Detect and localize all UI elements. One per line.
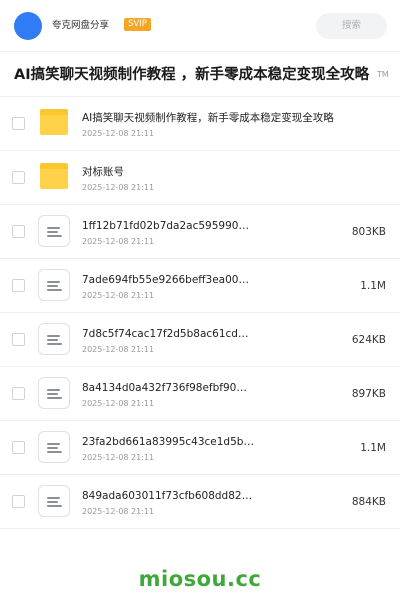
item-name: 对标账号: [82, 166, 124, 178]
item-date: 2025-12-08 21:11: [82, 453, 155, 462]
site-watermark: miosou.cc: [138, 567, 262, 591]
item-date: 2025-12-08 21:11: [82, 399, 155, 408]
list-item-file[interactable]: 7d8c5f74cac17f2d5b8ac61cd… 2025-12-08 21…: [0, 313, 400, 367]
list-item-file[interactable]: 1ff12b71fd02b7da2ac595990… 2025-12-08 21…: [0, 205, 400, 259]
item-date: 2025-12-08 21:11: [82, 291, 155, 300]
item-size: 1.1M: [360, 280, 386, 292]
document-icon: [38, 485, 70, 517]
item-size: 624KB: [351, 334, 386, 346]
select-checkbox[interactable]: [12, 225, 25, 238]
title-trademark: TM: [377, 70, 389, 79]
item-size: 884KB: [351, 496, 386, 508]
select-checkbox[interactable]: [12, 387, 25, 400]
list-item-folder[interactable]: AI搞笑聊天视频制作教程，新手零成本稳定变现全攻略 2025-12-08 21:…: [0, 97, 400, 151]
file-list: AI搞笑聊天视频制作教程，新手零成本稳定变现全攻略 2025-12-08 21:…: [0, 97, 400, 529]
document-icon: [38, 377, 70, 409]
search-input[interactable]: 搜索: [316, 13, 387, 39]
folder-icon: [40, 109, 68, 135]
select-checkbox[interactable]: [12, 279, 25, 292]
page-title: AI搞笑聊天视频制作教程 ，新手零成本稳定变现全攻略: [14, 67, 370, 83]
list-item-file[interactable]: 23fa2bd661a83995c43ce1d5b… 2025-12-08 21…: [0, 421, 400, 475]
share-title-bar: AI搞笑聊天视频制作教程 ，新手零成本稳定变现全攻略 TM: [0, 52, 400, 97]
item-name: 23fa2bd661a83995c43ce1d5b…: [82, 436, 254, 448]
item-date: 2025-12-08 21:11: [82, 507, 155, 516]
select-checkbox[interactable]: [12, 117, 25, 130]
document-icon: [38, 215, 70, 247]
document-icon: [38, 431, 70, 463]
share-owner-name: 夸克网盘分享: [52, 20, 110, 31]
svip-badge: SVIP: [124, 18, 151, 31]
item-date: 2025-12-08 21:11: [82, 345, 155, 354]
list-item-file[interactable]: 8a4134d0a432f736f98efbf90… 2025-12-08 21…: [0, 367, 400, 421]
item-size: 803KB: [351, 226, 386, 238]
select-checkbox[interactable]: [12, 333, 25, 346]
select-checkbox[interactable]: [12, 441, 25, 454]
select-checkbox[interactable]: [12, 171, 25, 184]
item-name: 1ff12b71fd02b7da2ac595990…: [82, 220, 249, 232]
document-icon: [38, 269, 70, 301]
folder-icon: [40, 163, 68, 189]
item-size: 897KB: [351, 388, 386, 400]
item-size: 1.1M: [360, 442, 386, 454]
share-header: 夸克网盘分享 SVIP 搜索: [0, 0, 400, 52]
list-item-file[interactable]: 849ada603011f73cfb608dd82… 2025-12-08 21…: [0, 475, 400, 529]
select-checkbox[interactable]: [12, 495, 25, 508]
item-name: 7ade694fb55e9266beff3ea00…: [82, 274, 249, 286]
item-name: 7d8c5f74cac17f2d5b8ac61cd…: [82, 328, 249, 340]
list-item-file[interactable]: 7ade694fb55e9266beff3ea00… 2025-12-08 21…: [0, 259, 400, 313]
document-icon: [38, 323, 70, 355]
list-item-folder[interactable]: 对标账号 2025-12-08 21:11: [0, 151, 400, 205]
item-date: 2025-12-08 21:11: [82, 237, 155, 246]
item-name: 849ada603011f73cfb608dd82…: [82, 490, 253, 502]
avatar[interactable]: [14, 12, 42, 40]
item-name: AI搞笑聊天视频制作教程，新手零成本稳定变现全攻略: [82, 112, 334, 124]
item-date: 2025-12-08 21:11: [82, 183, 155, 192]
item-date: 2025-12-08 21:11: [82, 129, 155, 138]
item-name: 8a4134d0a432f736f98efbf90…: [82, 382, 247, 394]
